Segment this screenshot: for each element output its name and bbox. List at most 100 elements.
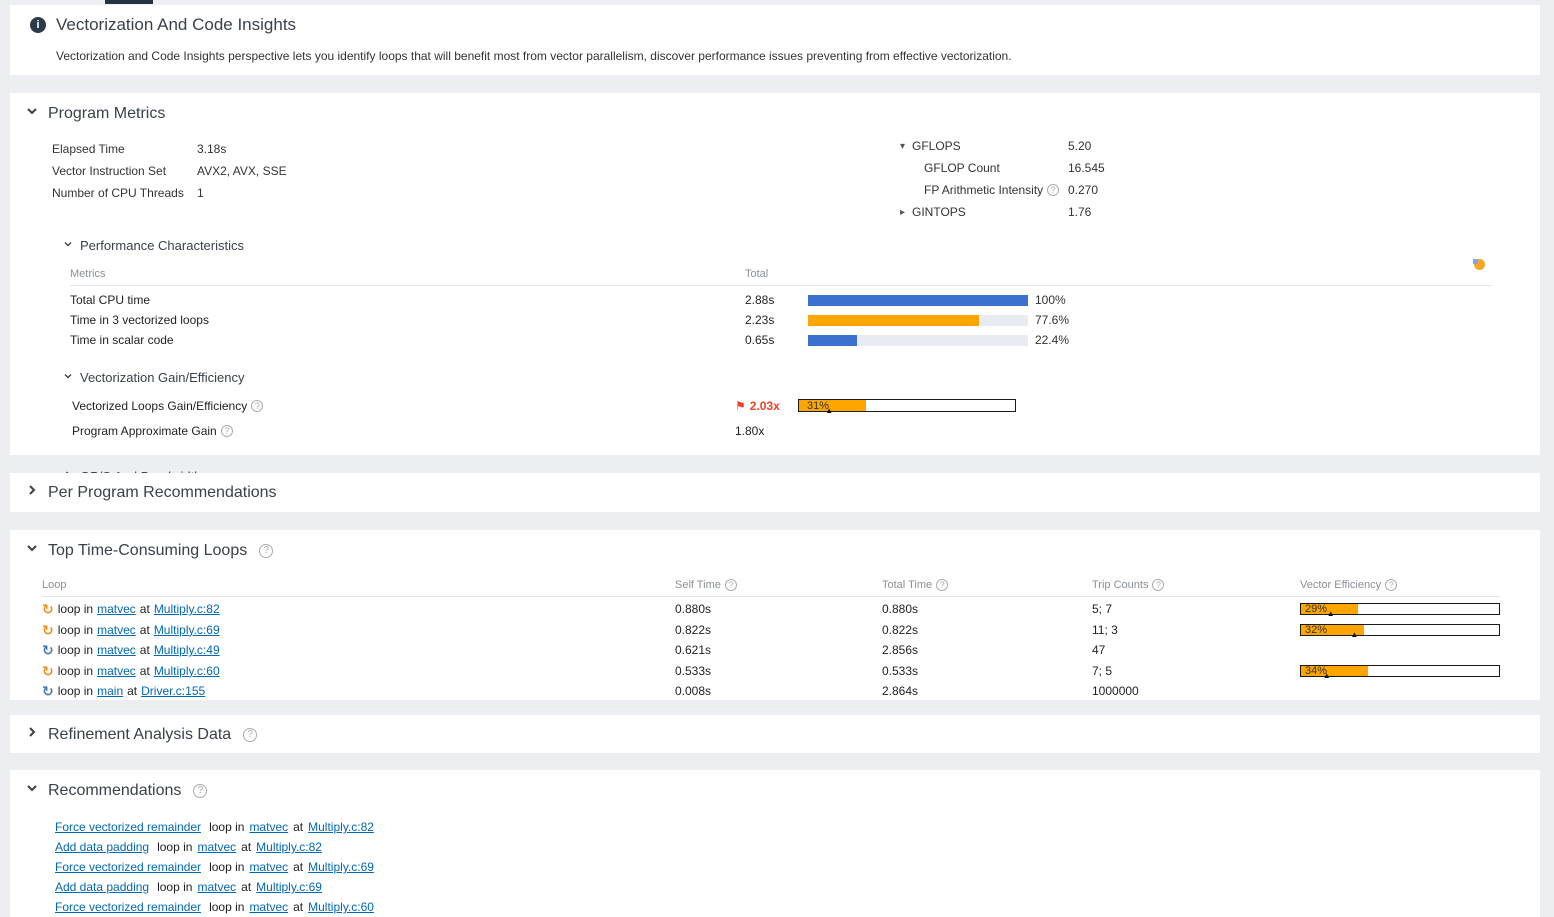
scalar-loop-icon: ↻ [42,643,54,657]
metric-label-text: Vectorized Loops Gain/Efficiency [72,399,247,413]
help-icon[interactable]: ? [221,425,233,437]
help-icon[interactable]: ? [1047,184,1059,196]
refinement-header[interactable]: Refinement Analysis Data ? [24,724,1540,745]
bar-percent-label: 22.4% [1035,333,1069,347]
function-link[interactable]: matvec [197,840,236,854]
source-link[interactable]: Multiply.c:82 [308,820,374,834]
bar-track [808,295,1028,306]
per-program-recommendations-header[interactable]: Per Program Recommendations [24,482,1540,503]
chart-legend-icon[interactable] [1474,259,1485,270]
metric-row: Number of CPU Threads 1 [52,182,1540,204]
table-row: ↻ loop in matvec at Multiply.c:82 0.880s… [42,599,1540,620]
program-metrics-card: Program Metrics Elapsed Time 3.18s Vecto… [10,93,1540,455]
column-header-metrics: Metrics [70,268,745,280]
self-time-value: 0.008s [675,684,882,698]
table-row: Time in 3 vectorized loops 2.23s 77.6% [70,310,1540,330]
refinement-card: Refinement Analysis Data ? [10,715,1540,753]
gain-efficiency-title: Vectorization Gain/Efficiency [80,370,245,385]
recommendation-link[interactable]: Force vectorized remainder [55,860,201,874]
chevron-down-icon [24,780,40,801]
source-link[interactable]: Multiply.c:49 [154,643,220,657]
source-link[interactable]: Multiply.c:60 [308,900,374,914]
total-time-value: 0.533s [882,664,1092,678]
function-link[interactable]: main [97,684,123,698]
page-description: Vectorization and Code Insights perspect… [56,49,1520,63]
loop-cell: ↻ loop in matvec at Multiply.c:49 [42,643,675,657]
source-link[interactable]: Multiply.c:82 [256,840,322,854]
loop-in-text: loop in [58,684,93,698]
program-metrics-header[interactable]: Program Metrics [24,103,1540,124]
per-program-recommendations-title: Per Program Recommendations [48,484,277,502]
source-link[interactable]: Multiply.c:69 [308,860,374,874]
metric-total: 2.88s [745,293,808,307]
intro-card: i Vectorization And Code Insights Vector… [10,5,1540,75]
column-header-self-time[interactable]: Self Time? [675,579,882,591]
recommendation-link[interactable]: Add data padding [55,840,149,854]
source-link[interactable]: Multiply.c:69 [256,880,322,894]
recommendation-link[interactable]: Force vectorized remainder [55,900,201,914]
list-item: Force vectorized remainder loop in matve… [55,897,1540,917]
metric-label: FP Arithmetic Intensity ? [912,183,1068,197]
list-item: Add data padding loop in matvec at Multi… [55,837,1540,857]
flag-icon: ⚑ [735,399,746,413]
trip-counts-value: 1000000 [1092,684,1300,698]
table-row: Total CPU time 2.88s 100% [70,290,1540,310]
browser-tab-remnant [105,0,153,4]
page-title: Vectorization And Code Insights [56,15,296,35]
loop-in-text: loop in [157,880,192,894]
recommendation-link[interactable]: Add data padding [55,880,149,894]
function-link[interactable]: matvec [249,820,288,834]
function-link[interactable]: matvec [97,623,136,637]
function-link[interactable]: matvec [97,643,136,657]
column-header-loop[interactable]: Loop [42,579,675,591]
total-time-value: 0.880s [882,602,1092,616]
metric-total: 0.65s [745,333,808,347]
function-link[interactable]: matvec [97,664,136,678]
metric-label: Total CPU time [70,293,745,307]
help-icon[interactable]: ? [243,728,257,742]
help-icon[interactable]: ? [725,579,737,591]
column-header-vector-efficiency[interactable]: Vector Efficiency? [1300,579,1540,591]
recommendations-header[interactable]: Recommendations ? [24,780,1540,801]
column-header-trip-counts[interactable]: Trip Counts? [1092,579,1300,591]
bar-fill [808,315,979,326]
vectorized-loop-icon: ↻ [42,602,54,616]
at-text: at [293,860,303,874]
loop-cell: ↻ loop in main at Driver.c:155 [42,684,675,698]
bar-track [808,315,1028,326]
help-icon[interactable]: ? [251,400,263,412]
gain-efficiency-section: Vectorization Gain/Efficiency Vectorized… [62,370,1540,443]
at-text: at [140,643,150,657]
source-link[interactable]: Driver.c:155 [141,684,205,698]
loop-in-text: loop in [157,840,192,854]
page-title-row: i Vectorization And Code Insights [30,15,1520,35]
help-icon[interactable]: ? [259,544,273,558]
collapse-triangle-icon[interactable]: ▸ [900,207,912,218]
help-icon[interactable]: ? [1152,579,1164,591]
source-link[interactable]: Multiply.c:82 [154,602,220,616]
function-link[interactable]: matvec [97,602,136,616]
expand-triangle-icon[interactable]: ▾ [900,141,912,152]
recommendation-link[interactable]: Force vectorized remainder [55,820,201,834]
column-header-total-time[interactable]: Total Time? [882,579,1092,591]
list-item: Force vectorized remainder loop in matve… [55,857,1540,877]
function-link[interactable]: matvec [249,900,288,914]
self-time-value: 0.822s [675,623,882,637]
metric-row-fp-intensity: FP Arithmetic Intensity ? 0.270 [900,179,1105,201]
column-header-total: Total [745,268,808,280]
efficiency-bar: 31% ▲ [798,399,1016,412]
performance-characteristics-section: Performance Characteristics Metrics Tota… [62,238,1540,350]
help-icon[interactable]: ? [936,579,948,591]
performance-characteristics-header[interactable]: Performance Characteristics [62,238,1540,253]
source-link[interactable]: Multiply.c:69 [154,623,220,637]
metric-label: GFLOPS [912,139,1068,153]
performance-table: Metrics Total Total CPU time 2.88s 100% … [70,265,1540,350]
function-link[interactable]: matvec [197,880,236,894]
top-loops-header[interactable]: Top Time-Consuming Loops ? [24,540,1540,561]
help-icon[interactable]: ? [1385,579,1397,591]
help-icon[interactable]: ? [193,784,207,798]
function-link[interactable]: matvec [249,860,288,874]
metric-label: Vectorized Loops Gain/Efficiency ? [62,399,735,413]
gain-efficiency-header[interactable]: Vectorization Gain/Efficiency [62,370,1540,385]
source-link[interactable]: Multiply.c:60 [154,664,220,678]
